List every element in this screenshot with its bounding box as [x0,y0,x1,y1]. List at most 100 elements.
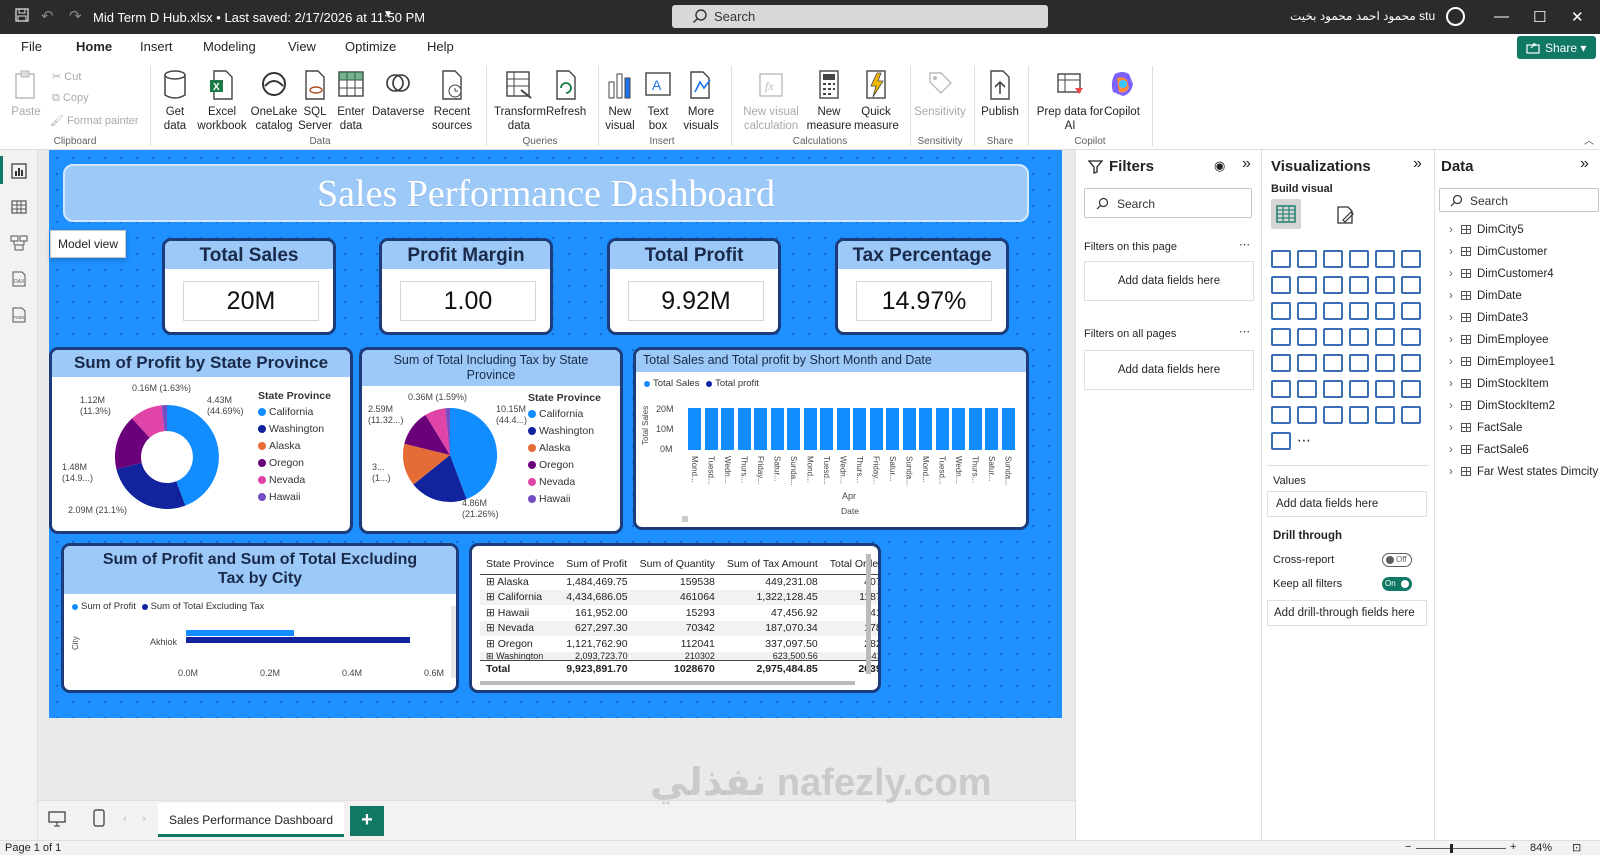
menu-view[interactable]: View [288,39,316,54]
fit-to-page-icon[interactable]: ⊡ [1572,841,1581,854]
eye-icon[interactable]: ◉ [1214,158,1225,174]
refresh-button[interactable]: Refresh [546,68,586,119]
visual-type-icon[interactable] [1349,406,1369,424]
copy-button[interactable]: ⧉ Copy [52,92,89,105]
visual-type-icon[interactable] [1323,250,1343,268]
column-bar[interactable] [869,408,883,450]
visual-type-icon[interactable] [1297,380,1317,398]
scrollbar[interactable] [451,606,456,678]
chevron-right-icon[interactable]: › [1449,378,1461,390]
new-visual-button[interactable]: New visual [604,68,636,133]
column-header[interactable]: Sum of Profit [560,554,634,575]
visual-type-icon[interactable] [1401,276,1421,294]
column-bar[interactable] [902,408,916,450]
data-table-item[interactable]: › DimCity5 [1449,224,1524,236]
visual-type-icon[interactable] [1375,380,1395,398]
chevron-right-icon[interactable]: › [1449,356,1461,368]
column-header[interactable]: State Province [480,554,561,575]
column-header[interactable]: Sum of Quantity [633,554,721,575]
more-visuals-icon[interactable]: ⋯ [1297,432,1317,450]
new-visual-calculation-button[interactable]: fx New visual calculation [742,68,800,133]
cut-button[interactable]: ✂ Cut [52,70,81,83]
visual-type-icon[interactable] [1375,328,1395,346]
visual-type-icon[interactable] [1271,328,1291,346]
horizontal-scrollbar[interactable] [480,681,855,685]
visual-type-icon[interactable] [1401,302,1421,320]
legend-item[interactable]: Nevada [528,476,601,488]
scroll-right-icon[interactable]: › [142,813,146,825]
visual-type-icon[interactable] [1297,354,1317,372]
vertical-scrollbar[interactable] [866,554,871,674]
menu-modeling[interactable]: Modeling [203,39,256,54]
paste-button[interactable]: Paste [8,68,44,119]
redo-icon[interactable]: ↷ [69,7,82,25]
scrollbar-handle[interactable] [682,516,688,522]
column-bar[interactable] [820,408,833,450]
column-bar[interactable] [688,408,701,450]
format-painter-button[interactable]: 🖌 Format painter [50,114,139,127]
chevron-right-icon[interactable]: › [1449,466,1461,478]
values-drop-zone[interactable]: Add data fields here [1267,491,1427,517]
visual-type-icon[interactable] [1401,406,1421,424]
visual-type-icon[interactable] [1297,302,1317,320]
column-bar[interactable] [886,408,899,450]
column-bar[interactable] [935,408,949,450]
close-icon[interactable]: ✕ [1571,8,1584,26]
pie-chart-card[interactable]: Sum of Total Including Tax by State Prov… [359,347,623,534]
menu-home[interactable]: Home [76,39,113,65]
onelake-button[interactable]: OneLake catalog [250,68,298,133]
visual-type-icon[interactable] [1271,276,1291,294]
visual-type-icon[interactable] [1271,250,1291,268]
zoom-out-icon[interactable]: − [1405,841,1411,853]
column-bar[interactable] [803,408,817,450]
column-bar[interactable] [721,408,734,450]
undo-icon[interactable]: ↶ [41,7,54,25]
cross-report-toggle[interactable]: Off [1382,553,1412,567]
prep-data-ai-button[interactable]: Prep data for AI [1034,68,1106,133]
more-options-icon[interactable]: ⋯ [1239,238,1250,251]
chevron-right-icon[interactable]: › [1449,334,1461,346]
avatar[interactable] [1446,7,1465,26]
legend-item[interactable]: Total profit [706,378,759,389]
visual-type-icon[interactable] [1297,276,1317,294]
quick-measure-button[interactable]: Quick measure [854,68,899,133]
data-table-item[interactable]: › DimCustomer [1449,246,1547,258]
collapse-icon[interactable]: » [1413,155,1422,173]
expand-icon[interactable]: ⊞ [486,622,495,634]
visual-type-icon[interactable] [1323,380,1343,398]
donut-chart-card[interactable]: Sum of Profit by State Province 0.16M (1… [49,347,353,534]
visual-type-icon[interactable] [1349,380,1369,398]
visual-type-icon[interactable] [1323,328,1343,346]
visual-type-icon[interactable] [1401,328,1421,346]
menu-optimize[interactable]: Optimize [345,39,396,54]
chevron-right-icon[interactable]: › [1449,246,1461,258]
visual-type-icon[interactable] [1271,354,1291,372]
visual-type-icon[interactable] [1401,250,1421,268]
visual-type-icon[interactable] [1375,250,1395,268]
matrix-card[interactable]: State Province Sum of Profit Sum of Quan… [469,543,881,693]
legend-item[interactable]: California [258,406,331,418]
legend-item[interactable]: Hawaii [258,491,331,503]
column-bar[interactable] [968,408,982,450]
copilot-button[interactable]: Copilot [1102,68,1142,119]
data-table-item[interactable]: › DimDate3 [1449,312,1528,324]
visual-type-icon[interactable] [1323,302,1343,320]
data-table-item[interactable]: › DimDate [1449,290,1522,302]
sensitivity-button[interactable]: Sensitivity [914,68,966,119]
kpi-card-profit-margin[interactable]: Profit Margin 1.00 [379,238,553,335]
table-view-icon[interactable] [10,198,28,216]
desktop-layout-icon[interactable] [48,811,66,827]
expand-icon[interactable]: ⊞ [486,638,495,650]
visual-type-icon[interactable] [1349,328,1369,346]
menu-file[interactable]: File [21,39,42,54]
text-box-button[interactable]: A Text box [642,68,674,133]
column-bar[interactable] [737,408,751,450]
legend-item[interactable]: Washington [258,423,331,435]
hbar-chart-card[interactable]: Sum of Profit and Sum of Total Excluding… [61,543,459,693]
model-view-icon[interactable] [10,234,28,252]
visual-type-icon[interactable] [1375,276,1395,294]
search-box[interactable]: Search [672,5,1048,28]
enter-data-button[interactable]: Enter data [334,68,368,133]
collapse-icon[interactable]: » [1242,155,1251,173]
table-row[interactable]: ⊞ Nevada 627,297.30 70342 187,070.34 178 [480,620,878,636]
